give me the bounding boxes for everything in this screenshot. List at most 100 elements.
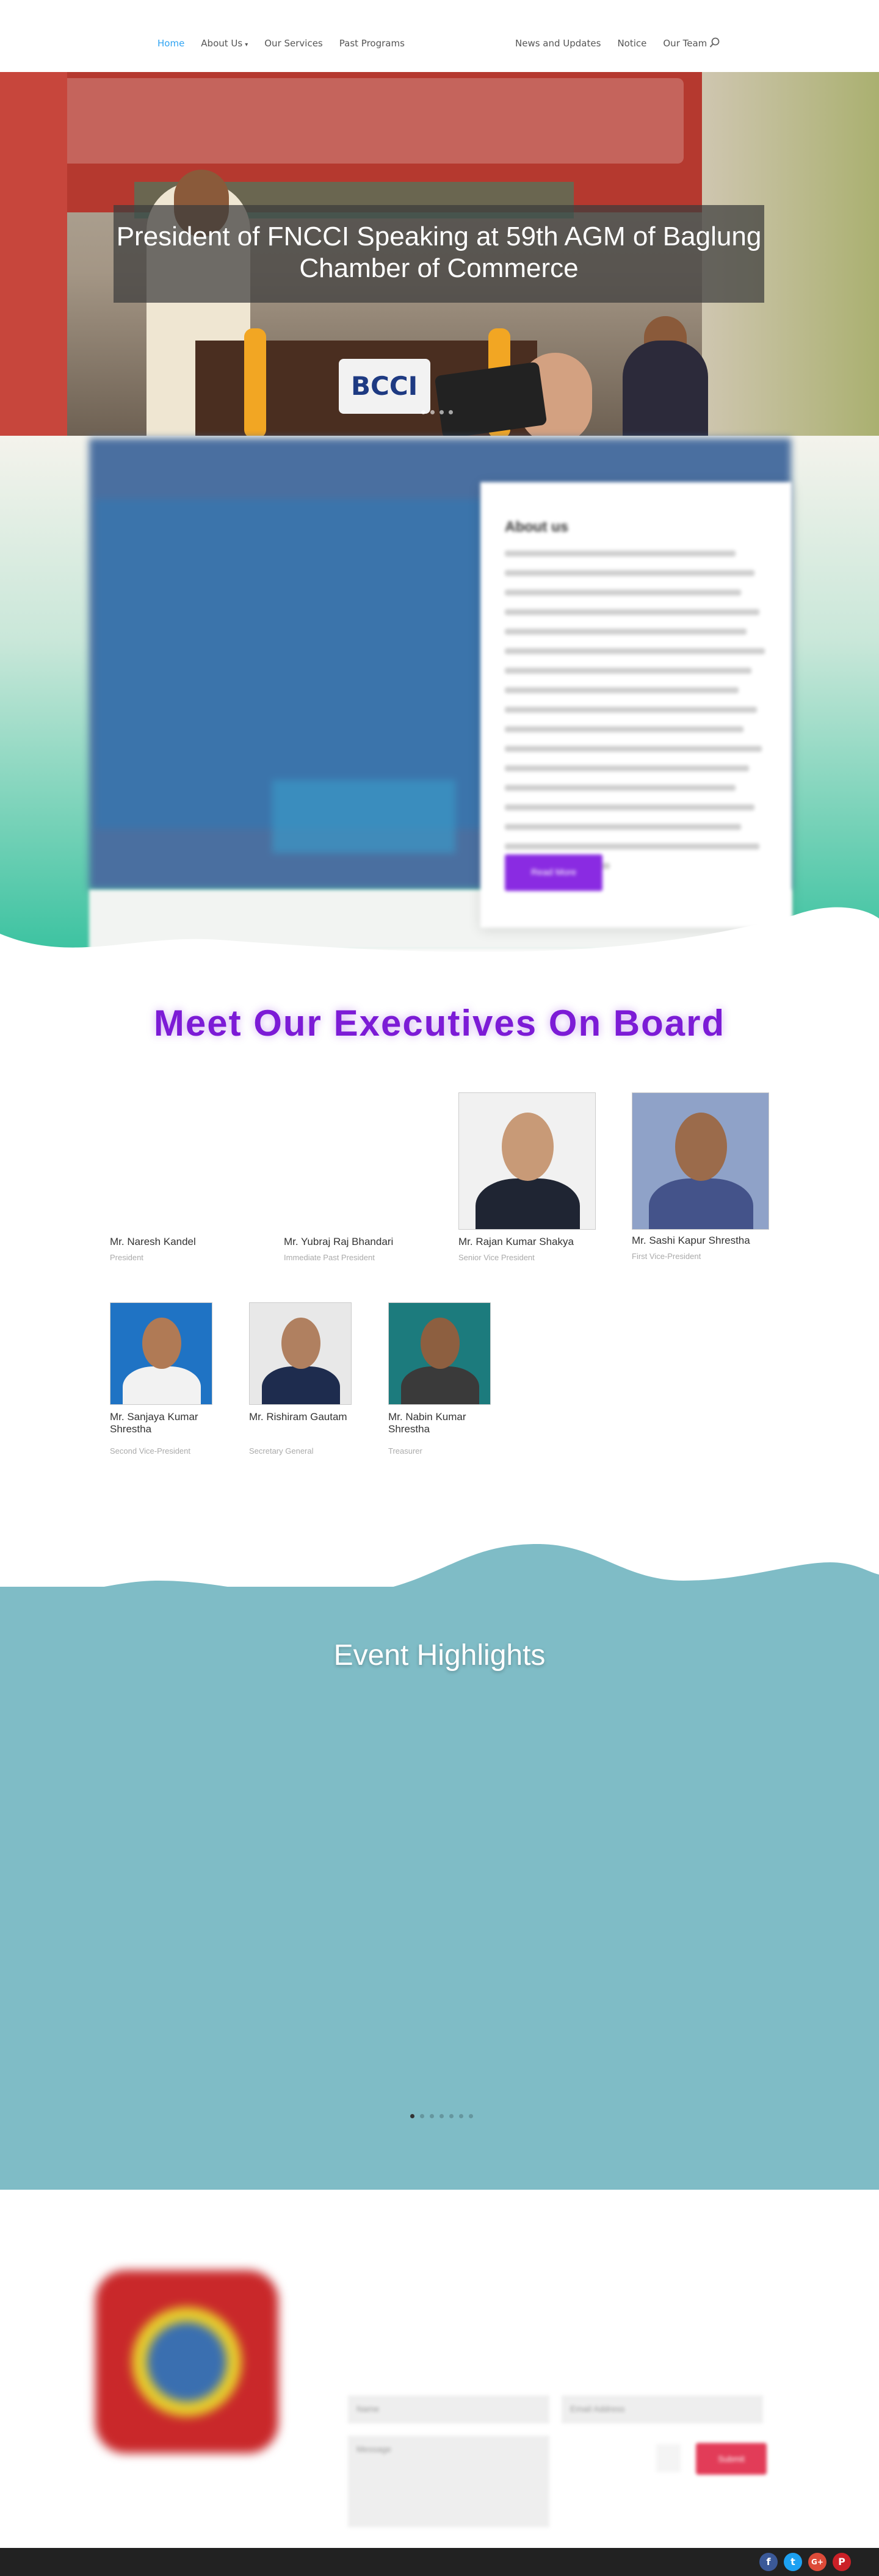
executives-title: Meet Our Executives On Board <box>153 1003 726 1044</box>
executive-photo-body <box>476 1178 580 1229</box>
about-text-line <box>505 629 747 635</box>
executive-photo-body <box>123 1366 201 1404</box>
executive-photo-body <box>649 1178 753 1229</box>
main-nav-left: Home About Us ▾ Our Services Past Program… <box>157 38 421 49</box>
executive-photo-face <box>142 1317 181 1369</box>
event-slide-dot[interactable] <box>459 2114 463 2118</box>
hero-caption-box: President of FNCCI Speaking at 59th AGM … <box>114 205 764 303</box>
executive-role: President <box>110 1253 143 1262</box>
site-footer: f t G+ P <box>0 2548 879 2576</box>
chamber-logo-center <box>147 2322 226 2401</box>
about-image-detail <box>272 780 455 853</box>
about-panel: About us Read More <box>480 482 792 928</box>
executive-photo <box>388 1302 491 1405</box>
nav-our-services[interactable]: Our Services <box>264 38 323 49</box>
executive-name: Mr. Nabin Kumar Shrestha <box>388 1411 466 1435</box>
hero-curtain-left <box>0 72 67 436</box>
hero-slide-dots[interactable] <box>421 410 453 414</box>
about-text-line <box>505 765 749 771</box>
contact-form: Name Email Address Message Submit <box>348 2395 775 2530</box>
hero-podium-text: BCCI <box>351 371 418 401</box>
about-text-line <box>505 648 765 654</box>
executive-name: Mr. Rajan Kumar Shakya <box>458 1236 574 1247</box>
nav-our-team[interactable]: Our Team <box>663 38 707 49</box>
event-slide-dot[interactable] <box>420 2114 424 2118</box>
event-slide-dot[interactable] <box>440 2114 444 2118</box>
event-slide-dot[interactable] <box>449 2114 454 2118</box>
main-nav-right: News and Updates Notice Our Team <box>515 38 723 49</box>
executive-role: Treasurer <box>388 1446 422 1456</box>
twitter-icon[interactable]: t <box>784 2553 802 2571</box>
facebook-icon[interactable]: f <box>759 2553 778 2571</box>
nav-about-us[interactable]: About Us ▾ <box>201 38 248 49</box>
nav-past-programs[interactable]: Past Programs <box>339 38 405 49</box>
nav-about-us-label: About Us <box>201 38 243 49</box>
executive-photo-body <box>262 1366 340 1404</box>
google-plus-icon[interactable]: G+ <box>808 2553 827 2571</box>
about-text-line <box>505 824 741 830</box>
executive-photo <box>632 1092 769 1230</box>
nav-notice[interactable]: Notice <box>617 38 646 49</box>
hero-slide-dot[interactable] <box>440 410 444 414</box>
hero-banner-text-area <box>43 78 684 164</box>
executive-photo-face <box>675 1112 728 1181</box>
about-text-line <box>505 804 754 810</box>
hero-flowers-left <box>244 328 266 436</box>
about-text-line <box>505 687 739 693</box>
captcha-field[interactable] <box>656 2444 681 2472</box>
executive-role: Second Vice-President <box>110 1446 191 1456</box>
hero-slide-dot[interactable] <box>430 410 435 414</box>
about-text-line <box>505 570 754 576</box>
about-image-inner <box>95 499 486 829</box>
hero-seated-guest <box>623 341 708 436</box>
about-text-line <box>505 668 752 674</box>
executive-name: Mr. Yubraj Raj Bhandari <box>284 1236 394 1247</box>
message-field[interactable]: Message <box>348 2436 549 2527</box>
email-field[interactable]: Email Address <box>562 2395 763 2423</box>
hero-slider[interactable]: BCCI President of FNCCI Speaking at 59th… <box>0 72 879 436</box>
executive-photo-body <box>401 1366 479 1404</box>
executive-role: Senior Vice President <box>458 1253 535 1262</box>
about-heading: About us <box>505 519 568 535</box>
executive-name: Mr. Sashi Kapur Shrestha <box>632 1235 750 1246</box>
about-text-line <box>505 746 762 752</box>
about-wave-divider <box>0 907 879 970</box>
event-slide-dot[interactable] <box>410 2114 414 2118</box>
hero-caption: President of FNCCI Speaking at 59th AGM … <box>116 222 762 283</box>
hero-slide-dot[interactable] <box>449 410 453 414</box>
executive-photo <box>249 1302 352 1405</box>
executive-name: Mr. Naresh Kandel <box>110 1236 196 1247</box>
about-text-line <box>505 609 760 615</box>
executive-name: Mr. Rishiram Gautam <box>249 1411 347 1423</box>
about-text-line <box>505 726 744 732</box>
executive-role: Immediate Past President <box>284 1253 375 1262</box>
about-text-line <box>505 707 757 713</box>
event-slide-dot[interactable] <box>469 2114 473 2118</box>
executive-photo-face <box>421 1317 460 1369</box>
search-icon[interactable] <box>709 37 721 49</box>
pinterest-icon[interactable]: P <box>833 2553 851 2571</box>
nav-news-updates[interactable]: News and Updates <box>515 38 601 49</box>
submit-button[interactable]: Submit <box>696 2443 767 2475</box>
executive-photo <box>110 1302 212 1405</box>
hero-podium-sign: BCCI <box>339 359 430 414</box>
events-slide-dots[interactable] <box>410 2114 473 2118</box>
events-title: Event Highlights <box>333 1639 546 1672</box>
executive-role: First Vice-President <box>632 1252 701 1261</box>
about-text-line <box>505 550 736 557</box>
about-text-line <box>505 843 760 850</box>
chevron-down-icon: ▾ <box>245 41 248 48</box>
hero-slide-dot[interactable] <box>421 410 425 414</box>
nav-home[interactable]: Home <box>157 38 184 49</box>
events-section <box>0 1587 879 2190</box>
read-more-button[interactable]: Read More <box>505 854 602 891</box>
executive-role: Secretary General <box>249 1446 314 1456</box>
event-slide-dot[interactable] <box>430 2114 434 2118</box>
executive-photo-face <box>501 1112 554 1181</box>
name-field[interactable]: Name <box>348 2395 549 2423</box>
about-text-blurred <box>505 550 767 882</box>
executive-name: Mr. Sanjaya Kumar Shrestha <box>110 1411 198 1435</box>
about-text-line <box>505 785 736 791</box>
executive-photo-face <box>281 1317 320 1369</box>
site-header: Home About Us ▾ Our Services Past Program… <box>0 0 879 72</box>
